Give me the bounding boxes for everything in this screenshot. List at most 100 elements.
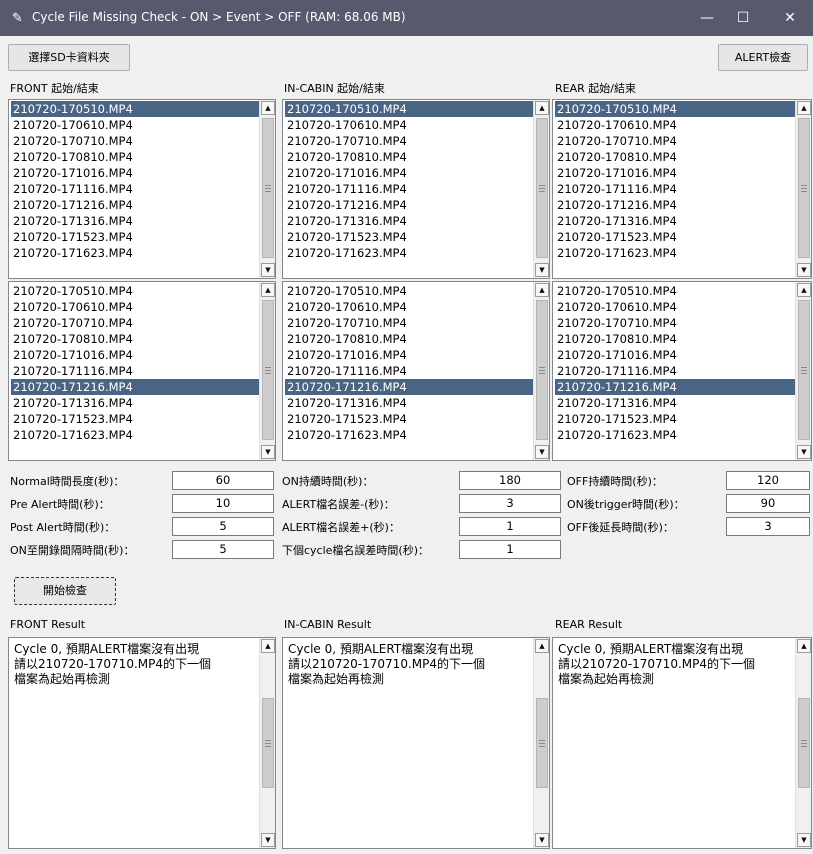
- list-item[interactable]: 210720-171016.MP4: [11, 165, 259, 181]
- list-item[interactable]: 210720-171216.MP4: [285, 197, 533, 213]
- scroll-up-arrow-icon[interactable]: ▲: [797, 101, 811, 115]
- list-item[interactable]: 210720-171623.MP4: [555, 245, 795, 261]
- list-item[interactable]: 210720-170510.MP4: [555, 283, 795, 299]
- list-item[interactable]: 210720-170510.MP4: [11, 283, 259, 299]
- in-cabin-result-box[interactable]: Cycle 0, 預期ALERT檔案沒有出現 請以210720-170710.M…: [282, 637, 550, 849]
- in-cabin-start-file-list[interactable]: 210720-170510.MP4 210720-170610.MP4 210720…: [282, 99, 550, 279]
- list-item[interactable]: 210720-170710.MP4: [555, 133, 795, 149]
- scrollbar[interactable]: ▲ ▼: [795, 638, 811, 848]
- list-item[interactable]: 210720-170810.MP4: [555, 331, 795, 347]
- maximize-button[interactable]: ☐: [720, 0, 766, 36]
- scroll-down-arrow-icon[interactable]: ▼: [535, 833, 549, 847]
- rear-result-box[interactable]: Cycle 0, 預期ALERT檔案沒有出現 請以210720-170710.M…: [552, 637, 812, 849]
- select-sd-folder-button[interactable]: 選擇SD卡資料夾: [8, 44, 130, 71]
- scroll-down-arrow-icon[interactable]: ▼: [797, 833, 811, 847]
- scroll-thumb[interactable]: [536, 118, 548, 258]
- right-param-field-0[interactable]: 120: [726, 471, 810, 490]
- scroll-thumb[interactable]: [536, 300, 548, 440]
- scrollbar[interactable]: ▲ ▼: [259, 100, 275, 278]
- list-item[interactable]: 210720-171016.MP4: [11, 347, 259, 363]
- close-button[interactable]: ✕: [767, 0, 813, 36]
- scroll-down-arrow-icon[interactable]: ▼: [535, 445, 549, 459]
- left-param-field-2[interactable]: 5: [172, 517, 274, 536]
- left-param-field-1[interactable]: 10: [172, 494, 274, 513]
- scroll-up-arrow-icon[interactable]: ▲: [535, 101, 549, 115]
- list-item[interactable]: 210720-170810.MP4: [11, 149, 259, 165]
- scroll-down-arrow-icon[interactable]: ▼: [261, 263, 275, 277]
- scroll-up-arrow-icon[interactable]: ▲: [797, 283, 811, 297]
- list-item[interactable]: 210720-171623.MP4: [11, 427, 259, 443]
- left-param-field-3[interactable]: 5: [172, 540, 274, 559]
- list-item[interactable]: 210720-170610.MP4: [11, 117, 259, 133]
- scroll-up-arrow-icon[interactable]: ▲: [797, 639, 811, 653]
- list-item[interactable]: 210720-170510.MP4: [11, 101, 259, 117]
- right-param-field-1[interactable]: 90: [726, 494, 810, 513]
- mid-param-field-3[interactable]: 1: [459, 540, 561, 559]
- list-item[interactable]: 210720-171316.MP4: [555, 395, 795, 411]
- scroll-up-arrow-icon[interactable]: ▲: [535, 283, 549, 297]
- list-item[interactable]: 210720-171623.MP4: [555, 427, 795, 443]
- scrollbar[interactable]: ▲ ▼: [259, 638, 275, 848]
- list-item[interactable]: 210720-171016.MP4: [555, 347, 795, 363]
- list-item[interactable]: 210720-170710.MP4: [285, 315, 533, 331]
- mid-param-field-0[interactable]: 180: [459, 471, 561, 490]
- list-item[interactable]: 210720-170810.MP4: [555, 149, 795, 165]
- scrollbar[interactable]: ▲ ▼: [259, 282, 275, 460]
- list-item[interactable]: 210720-171623.MP4: [285, 427, 533, 443]
- scroll-thumb[interactable]: [262, 300, 274, 440]
- list-item[interactable]: 210720-171216.MP4: [11, 379, 259, 395]
- rear-start-file-list[interactable]: 210720-170510.MP4 210720-170610.MP4 210720…: [552, 99, 812, 279]
- scroll-up-arrow-icon[interactable]: ▲: [535, 639, 549, 653]
- list-item[interactable]: 210720-171523.MP4: [285, 229, 533, 245]
- list-item[interactable]: 210720-170710.MP4: [555, 315, 795, 331]
- mid-param-field-2[interactable]: 1: [459, 517, 561, 536]
- list-item[interactable]: 210720-171116.MP4: [285, 181, 533, 197]
- list-item[interactable]: 210720-171316.MP4: [11, 395, 259, 411]
- list-item[interactable]: 210720-170610.MP4: [555, 117, 795, 133]
- list-item[interactable]: 210720-171316.MP4: [555, 213, 795, 229]
- list-item[interactable]: 210720-170810.MP4: [11, 331, 259, 347]
- list-item[interactable]: 210720-170710.MP4: [11, 133, 259, 149]
- list-item[interactable]: 210720-171016.MP4: [555, 165, 795, 181]
- in-cabin-end-file-list[interactable]: 210720-170510.MP4 210720-170610.MP4 210720…: [282, 281, 550, 461]
- scrollbar[interactable]: ▲ ▼: [533, 100, 549, 278]
- list-item[interactable]: 210720-170510.MP4: [555, 101, 795, 117]
- scroll-thumb[interactable]: [798, 118, 810, 258]
- list-item[interactable]: 210720-171523.MP4: [555, 411, 795, 427]
- scroll-thumb[interactable]: [262, 118, 274, 258]
- scroll-down-arrow-icon[interactable]: ▼: [261, 833, 275, 847]
- list-item[interactable]: 210720-171316.MP4: [285, 213, 533, 229]
- list-item[interactable]: 210720-171623.MP4: [285, 245, 533, 261]
- list-item[interactable]: 210720-171016.MP4: [285, 165, 533, 181]
- list-item[interactable]: 210720-170610.MP4: [285, 117, 533, 133]
- scroll-down-arrow-icon[interactable]: ▼: [797, 445, 811, 459]
- list-item[interactable]: 210720-170610.MP4: [285, 299, 533, 315]
- list-item[interactable]: 210720-171523.MP4: [555, 229, 795, 245]
- scroll-thumb[interactable]: [798, 698, 810, 788]
- list-item[interactable]: 210720-171116.MP4: [11, 181, 259, 197]
- scrollbar[interactable]: ▲ ▼: [533, 638, 549, 848]
- start-check-button[interactable]: 開始檢查: [14, 577, 116, 605]
- list-item[interactable]: 210720-170710.MP4: [11, 315, 259, 331]
- scrollbar[interactable]: ▲ ▼: [795, 100, 811, 278]
- list-item[interactable]: 210720-171016.MP4: [285, 347, 533, 363]
- scrollbar[interactable]: ▲ ▼: [795, 282, 811, 460]
- mid-param-field-1[interactable]: 3: [459, 494, 561, 513]
- list-item[interactable]: 210720-171116.MP4: [11, 363, 259, 379]
- list-item[interactable]: 210720-171216.MP4: [555, 197, 795, 213]
- scroll-down-arrow-icon[interactable]: ▼: [535, 263, 549, 277]
- list-item[interactable]: 210720-171216.MP4: [11, 197, 259, 213]
- front-end-file-list[interactable]: 210720-170510.MP4 210720-170610.MP4 210720…: [8, 281, 276, 461]
- scroll-thumb[interactable]: [262, 698, 274, 788]
- scrollbar[interactable]: ▲ ▼: [533, 282, 549, 460]
- list-item[interactable]: 210720-171523.MP4: [285, 411, 533, 427]
- list-item[interactable]: 210720-170610.MP4: [555, 299, 795, 315]
- scroll-up-arrow-icon[interactable]: ▲: [261, 101, 275, 115]
- scroll-up-arrow-icon[interactable]: ▲: [261, 283, 275, 297]
- alert-check-button[interactable]: ALERT檢查: [718, 44, 808, 71]
- list-item[interactable]: 210720-171623.MP4: [11, 245, 259, 261]
- scroll-thumb[interactable]: [798, 300, 810, 440]
- right-param-field-2[interactable]: 3: [726, 517, 810, 536]
- scroll-down-arrow-icon[interactable]: ▼: [261, 445, 275, 459]
- front-result-box[interactable]: Cycle 0, 預期ALERT檔案沒有出現 請以210720-170710.M…: [8, 637, 276, 849]
